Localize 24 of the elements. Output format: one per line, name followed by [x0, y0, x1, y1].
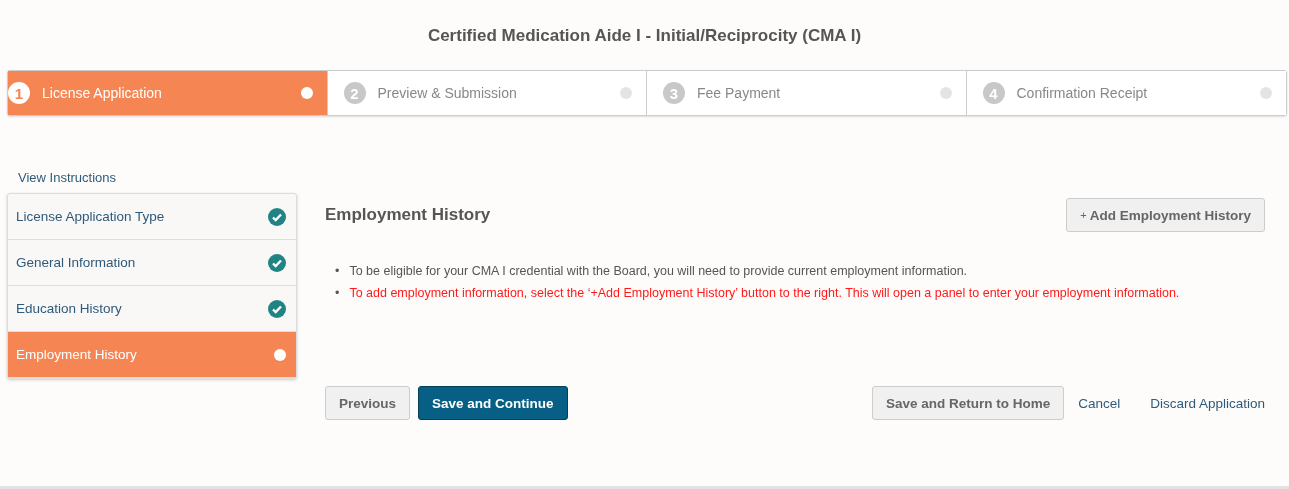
status-dot-icon — [274, 348, 286, 361]
status-dot-icon — [1260, 87, 1272, 99]
bullet-marker: • — [335, 263, 340, 280]
status-dot-icon — [300, 87, 313, 99]
status-dot-icon — [939, 87, 952, 99]
bullet-marker: • — [335, 285, 340, 302]
sidebar-item[interactable]: License Application Type — [8, 194, 296, 240]
instruction-note: To be eligible for your CMA I credential with the Board, you will need to provide current employment information. — [349, 263, 968, 280]
check-icon — [268, 253, 286, 272]
instruction-note: To add employment information, select the ‘+Add Employment History’ button to the right. This will open a panel to enter your employment information. — [349, 285, 1180, 302]
sidebar-item[interactable]: General Information — [8, 240, 296, 286]
save-return-button[interactable]: Save and Return to Home — [871, 386, 1065, 420]
check-icon — [268, 299, 286, 318]
step-number: 1 — [8, 82, 30, 104]
save-continue-button[interactable]: Save and Continue — [418, 386, 568, 420]
view-instructions-link[interactable]: View Instructions — [18, 170, 117, 185]
status-dot-icon — [620, 87, 632, 99]
check-icon — [268, 207, 286, 226]
discard-link[interactable]: Discard Application — [1150, 395, 1265, 411]
page-title: Certified Medication Aide I - Initial/Reciprocity (CMA I) — [426, 26, 863, 46]
section-heading: Employment History — [325, 205, 491, 225]
previous-button[interactable]: Previous — [325, 386, 411, 420]
add-employment-button[interactable]: + Add Employment History — [1066, 198, 1265, 232]
cancel-link[interactable]: Cancel — [1078, 395, 1121, 411]
